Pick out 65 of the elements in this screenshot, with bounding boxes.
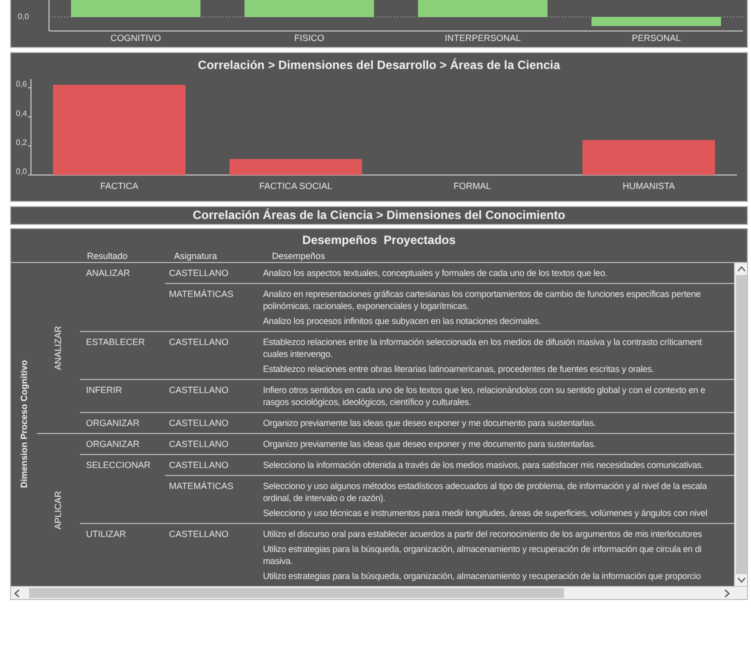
table-cell: Establezco relaciones entre la información seleccionada en los medios de difusión masiva y la contrasto críticament bbox=[263, 336, 702, 348]
table-cell-text: CASTELLANO bbox=[169, 528, 230, 540]
chart-title: Correlación > Dimensiones del Desarrollo > Áreas de la Ciencia bbox=[198, 57, 560, 73]
table-cell: polinómicas, racionales, exponenciales y logarítmicas. bbox=[263, 300, 469, 312]
scroll-right-icon[interactable] bbox=[723, 588, 731, 598]
table-cell: Organizo previamente las ideas que deseo exponer y me documento para sustentarlas. bbox=[263, 438, 596, 450]
row-header: Dimension Proceso Cognitivo bbox=[18, 360, 30, 489]
table-cell: Utilizo estrategias para la búsqueda, organización, almacenamiento y recuperación de la información que proporcio bbox=[263, 570, 701, 582]
column-header: Desempeños bbox=[272, 251, 326, 262]
tick-label: 0,4 bbox=[16, 108, 27, 118]
chart-title: Correlación Áreas de la Ciencia > Dimensiones del Conocimiento bbox=[192, 208, 566, 223]
table-cell: Analizo los aspectos textuales, conceptuales y formales de cada uno de los textos que leo. bbox=[263, 267, 608, 279]
category-label: FORMAL bbox=[454, 181, 491, 191]
table-cell-text: CASTELLANO bbox=[169, 459, 230, 471]
table-cell-text: MATEMÁTICAS bbox=[169, 288, 234, 300]
scrollbar[interactable] bbox=[734, 263, 747, 586]
table-cell: Selecciono y uso algunos métodos estadísticos adecuados al tipo de problema, de información y al nivel de la escala bbox=[263, 480, 707, 492]
category-label: PERSONAL bbox=[632, 32, 681, 44]
scroll-down-icon[interactable] bbox=[736, 576, 746, 584]
table-cell: Establezco relaciones entre obras literarias latinoamericanas, procedentes de fuentes escritas y orales. bbox=[263, 363, 654, 375]
table-cell-text: CASTELLANO bbox=[169, 336, 230, 348]
scroll-left-icon[interactable] bbox=[13, 588, 21, 598]
table-cell: Infiero otros sentidos en cada uno de los textos que leo, relacionándolos con su sentido global y con el contexto en e bbox=[263, 384, 706, 396]
column-header: Asignatura bbox=[174, 251, 218, 262]
row-header: ANALIZAR bbox=[53, 326, 64, 370]
scroll-thumb[interactable] bbox=[29, 588, 564, 598]
column-header: Resultado bbox=[87, 251, 129, 262]
table-cell-text: SELECCIONAR bbox=[86, 459, 152, 471]
category-label: FACTICA bbox=[100, 181, 138, 191]
table-cell-text: INFERIR bbox=[86, 384, 123, 396]
table-cell: cuales intervengo. bbox=[263, 348, 332, 360]
table-cell: Utilizo el discurso oral para establecer acuerdos a partir del reconocimiento de los argumentos de mis interlocutores bbox=[263, 528, 702, 540]
table-cell-text: UTILIZAR bbox=[86, 528, 128, 540]
tick-label: 0,0 bbox=[16, 167, 27, 176]
category-label: COGNITIVO bbox=[110, 32, 161, 44]
table-cell: Analizo en representaciones gráficas cartesianas los comportamientos de cambio de funciones específicas pertene bbox=[263, 288, 701, 300]
category-label: HUMANISTA bbox=[622, 181, 675, 191]
category-label: FISICO bbox=[294, 32, 324, 44]
table-cell-text: ORGANIZAR bbox=[86, 438, 141, 450]
category-label: INTERPERSONAL bbox=[444, 32, 521, 44]
table-cell-text: ORGANIZAR bbox=[86, 417, 141, 429]
table-cell: rasgos sociológicos, ideológicos, científico y culturales. bbox=[263, 396, 472, 408]
scrollbar[interactable] bbox=[11, 586, 747, 599]
table-cell: Organizo previamente las ideas que deseo exponer y me documento para sustentarlas. bbox=[263, 417, 596, 429]
tick-label: 0,0 bbox=[18, 12, 29, 22]
table-cell-text: ESTABLECER bbox=[86, 336, 146, 348]
table-cell: Analizo los procesos infinitos que subyacen en las notaciones decimales. bbox=[263, 315, 541, 327]
row-header: APLICAR bbox=[53, 490, 64, 530]
table-cell-text: CASTELLANO bbox=[169, 384, 230, 396]
table-cell-text: CASTELLANO bbox=[169, 417, 230, 429]
tick-label: 0,6 bbox=[16, 80, 27, 89]
category-label: FACTICA SOCIAL bbox=[259, 181, 332, 191]
scroll-up-icon[interactable] bbox=[736, 265, 746, 273]
table-cell: Selecciono y uso técnicas e instrumentos para medir longitudes, áreas de superficies, volúmenes y ángulos con nivel bbox=[263, 507, 708, 519]
table-cell: masiva. bbox=[263, 555, 293, 567]
table-cell-text: MATEMÁTICAS bbox=[169, 480, 234, 492]
table-title: Desempeños Proyectados bbox=[302, 232, 456, 248]
tick-label: 0,2 bbox=[16, 138, 27, 147]
table-cell-text: CASTELLANO bbox=[169, 267, 230, 279]
table-cell: ordinal, de intervalo o de razón). bbox=[263, 492, 386, 504]
table-cell-text: ANALIZAR bbox=[86, 267, 132, 279]
table-cell-text: CASTELLANO bbox=[169, 438, 230, 450]
scroll-thumb[interactable] bbox=[736, 275, 746, 574]
table-cell: Selecciono la información obtenida a través de los medios masivos, para satisfacer mis necesidades comunicativas. bbox=[263, 459, 704, 471]
table-cell: Utilizo estrategias para la búsqueda, organización, almacenamiento y recuperación de información que circula en di bbox=[263, 543, 702, 555]
